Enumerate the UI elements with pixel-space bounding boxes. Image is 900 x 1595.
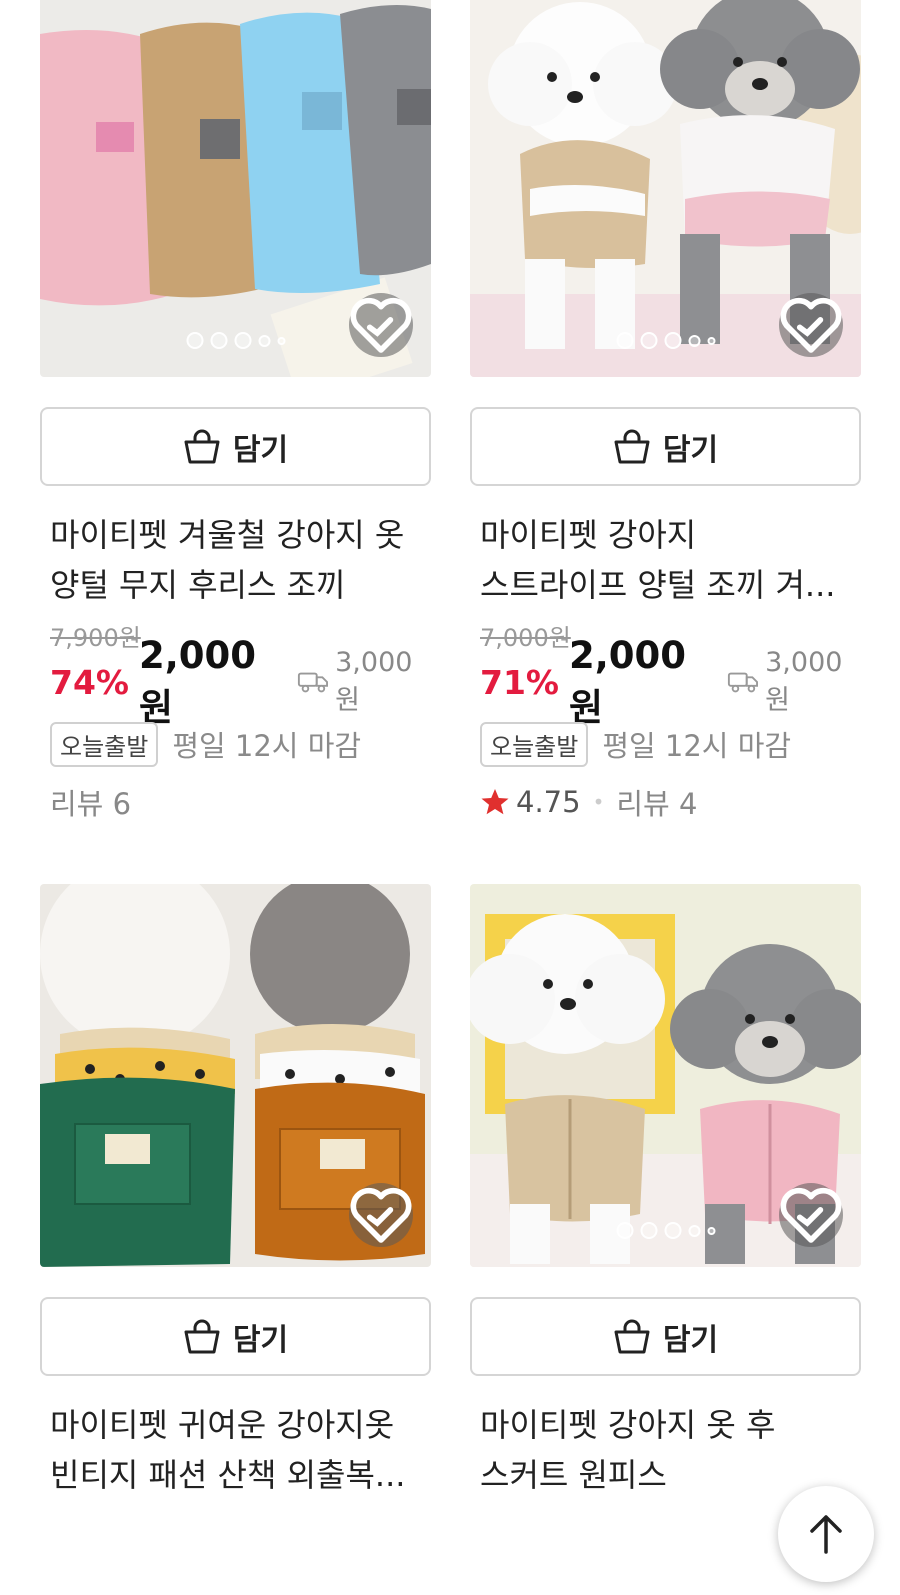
sale-price: 2,000원 [139, 633, 257, 729]
title-line: 마이티펫 귀여운 강아지옷 [50, 1406, 395, 1444]
product-image[interactable] [470, 884, 861, 1267]
product-card[interactable]: 담기 마이티펫 귀여운 강아지옷 빈티지 패션 산책 외출복... [40, 884, 431, 1500]
cart-button-label: 담기 [232, 432, 289, 468]
product-image[interactable] [40, 0, 431, 377]
shopping-bag-icon [184, 1319, 220, 1353]
shopping-bag-icon [614, 1319, 650, 1353]
shopping-bag-icon [184, 429, 220, 463]
add-to-cart-button[interactable]: 담기 [40, 407, 431, 486]
sale-price: 2,000원 [569, 633, 687, 729]
add-to-cart-button[interactable]: 담기 [40, 1297, 431, 1376]
review-row: 4.75 • 리뷰 4 [470, 782, 861, 822]
wishlist-button[interactable] [779, 293, 843, 357]
product-image[interactable] [40, 884, 431, 1267]
truck-icon [728, 672, 759, 693]
pagination-dot [688, 334, 700, 347]
title-line: 스커트 원피스 [480, 1456, 667, 1494]
cart-button-label: 담기 [662, 1322, 719, 1358]
pagination-dot [210, 332, 227, 349]
discount-rate: 71% [480, 662, 559, 702]
product-image[interactable] [470, 0, 861, 377]
delivery-row: 오늘출발 평일 12시 마감 [40, 721, 431, 767]
product-title[interactable]: 마이티펫 귀여운 강아지옷 빈티지 패션 산책 외출복... [40, 1400, 431, 1500]
pagination-dot [616, 332, 633, 349]
add-to-cart-button[interactable]: 담기 [470, 1297, 861, 1376]
product-title[interactable]: 마이티펫 겨울철 강아지 옷 양털 무지 후리스 조끼 [40, 510, 431, 610]
arrow-up-icon [810, 1515, 842, 1554]
cart-button-label: 담기 [232, 1322, 289, 1358]
shipping-fee-text: 3,000원 [335, 647, 413, 716]
same-day-badge: 오늘출발 [50, 721, 159, 767]
delivery-row: 오늘출발 평일 12시 마감 [470, 721, 861, 767]
product-card[interactable]: 담기 마이티펫 강아지 스트라이프 양털 조끼 겨... 7,000원 71% … [470, 0, 861, 822]
title-line: 마이티펫 겨울철 강아지 옷 [50, 516, 405, 554]
discount-rate: 74% [50, 662, 129, 702]
heart-icon [780, 297, 842, 353]
order-deadline: 평일 12시 마감 [172, 729, 362, 763]
wishlist-button[interactable] [349, 293, 413, 357]
wishlist-button[interactable] [779, 1183, 843, 1247]
heart-icon [350, 1187, 412, 1243]
pagination-dot [616, 1222, 633, 1239]
shipping-fee-text: 3,000원 [765, 647, 843, 716]
pagination-dot [640, 1222, 657, 1239]
title-line: 빈티지 패션 산책 외출복... [50, 1456, 406, 1494]
star-icon [481, 789, 509, 815]
separator-dot: • [592, 790, 605, 814]
wishlist-button[interactable] [349, 1183, 413, 1247]
heart-icon [350, 297, 412, 353]
rating-value: 4.75 [516, 785, 581, 819]
product-card[interactable]: 담기 마이티펫 겨울철 강아지 옷 양털 무지 후리스 조끼 7,900원 74… [40, 0, 431, 822]
shipping-fee: 3,000원 [727, 647, 861, 717]
title-line: 양털 무지 후리스 조끼 [50, 566, 346, 604]
title-line: 스트라이프 양털 조끼 겨... [480, 566, 836, 604]
truck-icon [298, 672, 329, 693]
shopping-bag-icon [614, 429, 650, 463]
review-row: 리뷰 6 [40, 782, 431, 822]
pagination-dot [186, 332, 203, 349]
add-to-cart-button[interactable]: 담기 [470, 407, 861, 486]
pagination-dot [258, 334, 270, 347]
product-card[interactable]: 담기 마이티펫 강아지 옷 후 스커트 원피스 [470, 884, 861, 1500]
title-line: 마이티펫 강아지 옷 후 [480, 1406, 776, 1444]
pagination-dot [664, 1222, 681, 1239]
shipping-fee: 3,000원 [297, 647, 431, 717]
product-title[interactable]: 마이티펫 강아지 스트라이프 양털 조끼 겨... [470, 510, 861, 610]
product-title[interactable]: 마이티펫 강아지 옷 후 스커트 원피스 [470, 1400, 861, 1500]
image-pagination-dots [616, 1222, 715, 1239]
image-pagination-dots [186, 332, 285, 349]
image-pagination-dots [616, 332, 715, 349]
review-count: 리뷰 4 [616, 787, 698, 821]
pagination-dot [277, 336, 285, 345]
pagination-dot [707, 1226, 715, 1235]
order-deadline: 평일 12시 마감 [602, 729, 792, 763]
same-day-badge: 오늘출발 [480, 721, 589, 767]
pagination-dot [707, 336, 715, 345]
pagination-dot [234, 332, 251, 349]
review-count: 리뷰 6 [50, 787, 132, 821]
pagination-dot [640, 332, 657, 349]
price-row: 74% 2,000원 3,000원 [40, 634, 431, 729]
title-line: 마이티펫 강아지 [480, 516, 697, 554]
cart-button-label: 담기 [662, 432, 719, 468]
pagination-dot [664, 332, 681, 349]
heart-icon [780, 1187, 842, 1243]
price-row: 71% 2,000원 3,000원 [470, 634, 861, 729]
pagination-dot [688, 1224, 700, 1237]
scroll-to-top-button[interactable] [778, 1486, 874, 1582]
